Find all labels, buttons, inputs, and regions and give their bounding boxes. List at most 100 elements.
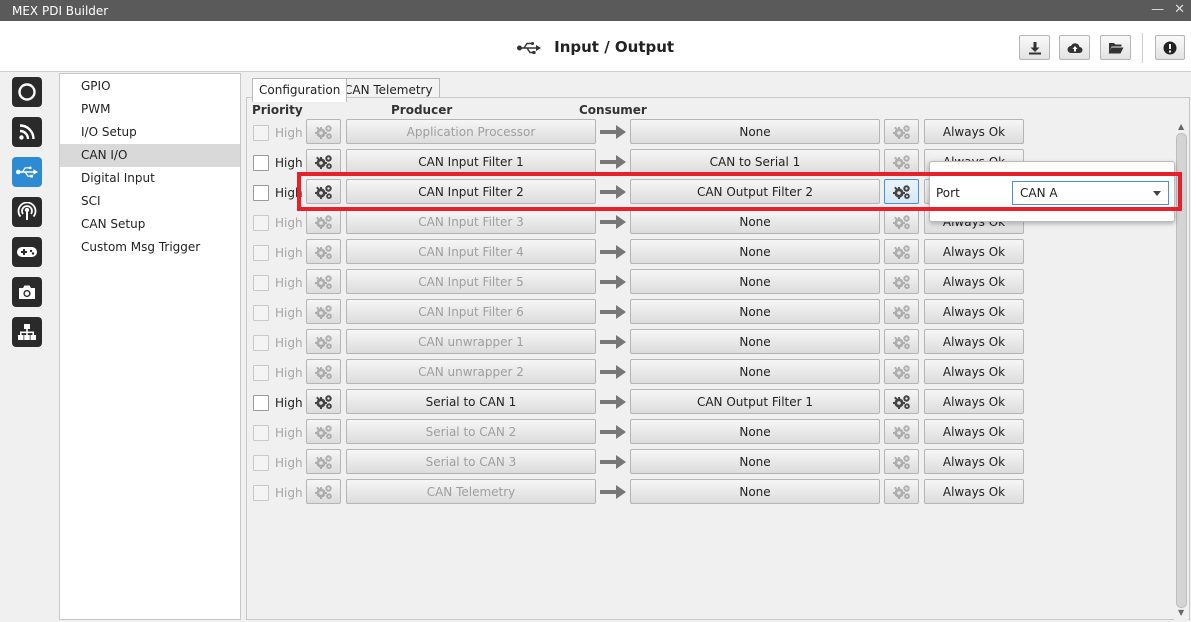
status-button[interactable]: Always Ok <box>924 389 1024 414</box>
producer-settings-button[interactable] <box>306 419 341 444</box>
priority-checkbox[interactable] <box>253 335 269 351</box>
producer-button[interactable]: CAN Input Filter 5 <box>346 269 596 294</box>
consumer-settings-button[interactable] <box>884 299 919 324</box>
producer-settings-button[interactable] <box>306 269 341 294</box>
producer-settings-button[interactable] <box>306 149 341 174</box>
open-folder-button[interactable] <box>1100 35 1131 60</box>
consumer-button[interactable]: None <box>630 239 880 264</box>
rail-gamepad-button[interactable] <box>12 237 42 267</box>
port-select[interactable]: CAN A <box>1012 181 1169 205</box>
upload-button[interactable] <box>1059 35 1090 60</box>
producer-settings-button[interactable] <box>306 389 341 414</box>
status-button[interactable]: Always Ok <box>924 299 1024 324</box>
consumer-settings-button[interactable] <box>884 359 919 384</box>
download-button[interactable] <box>1019 35 1050 60</box>
scroll-down-icon[interactable]: ▼ <box>1178 608 1184 617</box>
priority-checkbox[interactable] <box>253 215 269 231</box>
producer-settings-button[interactable] <box>306 299 341 324</box>
consumer-button[interactable]: None <box>630 209 880 234</box>
producer-button[interactable]: Serial to CAN 1 <box>346 389 596 414</box>
nav-item-io-setup[interactable]: I/O Setup <box>60 121 240 144</box>
consumer-settings-button[interactable] <box>884 329 919 354</box>
producer-button[interactable]: CAN Input Filter 2 <box>346 179 596 204</box>
producer-button[interactable]: CAN Input Filter 1 <box>346 149 596 174</box>
scroll-up-icon[interactable]: ▲ <box>1178 122 1184 131</box>
consumer-settings-button[interactable] <box>884 269 919 294</box>
status-button[interactable]: Always Ok <box>924 239 1024 264</box>
rail-camera-button[interactable] <box>12 277 42 307</box>
close-icon[interactable]: ✕ <box>1174 2 1185 17</box>
producer-settings-button[interactable] <box>306 479 341 504</box>
status-button[interactable]: Always Ok <box>924 359 1024 384</box>
nav-item-digital-input[interactable]: Digital Input <box>60 167 240 190</box>
consumer-button[interactable]: None <box>630 449 880 474</box>
nav-item-can-io[interactable]: CAN I/O <box>60 144 240 167</box>
nav-item-gpio[interactable]: GPIO <box>60 75 240 98</box>
nav-item-can-setup[interactable]: CAN Setup <box>60 213 240 236</box>
priority-checkbox[interactable] <box>253 245 269 261</box>
scrollbar-thumb[interactable] <box>1176 133 1187 608</box>
consumer-button[interactable]: None <box>630 299 880 324</box>
producer-button[interactable]: CAN Input Filter 6 <box>346 299 596 324</box>
consumer-settings-button[interactable] <box>884 239 919 264</box>
nav-item-sci[interactable]: SCI <box>60 190 240 213</box>
priority-checkbox[interactable] <box>253 275 269 291</box>
priority-checkbox[interactable] <box>253 155 269 171</box>
producer-settings-button[interactable] <box>306 449 341 474</box>
priority-checkbox[interactable] <box>253 125 269 141</box>
producer-settings-button[interactable] <box>306 119 341 144</box>
producer-settings-button[interactable] <box>306 239 341 264</box>
producer-button[interactable]: CAN unwrapper 2 <box>346 359 596 384</box>
consumer-button[interactable]: None <box>630 269 880 294</box>
rail-feed-button[interactable] <box>12 117 42 147</box>
rail-broadcast-button[interactable] <box>12 197 42 227</box>
status-button[interactable]: Always Ok <box>924 479 1024 504</box>
status-button[interactable]: Always Ok <box>924 419 1024 444</box>
rail-io-button[interactable] <box>12 157 42 187</box>
consumer-settings-button[interactable] <box>884 119 919 144</box>
priority-checkbox[interactable] <box>253 185 269 201</box>
rail-network-button[interactable] <box>12 317 42 347</box>
consumer-button[interactable]: None <box>630 119 880 144</box>
consumer-button[interactable]: CAN to Serial 1 <box>630 149 880 174</box>
rail-power-button[interactable] <box>12 77 42 107</box>
priority-checkbox[interactable] <box>253 485 269 501</box>
consumer-settings-button[interactable] <box>884 449 919 474</box>
consumer-settings-button[interactable] <box>884 179 919 204</box>
consumer-settings-button[interactable] <box>884 209 919 234</box>
status-button[interactable]: Always Ok <box>924 329 1024 354</box>
status-button[interactable]: Always Ok <box>924 119 1024 144</box>
status-button[interactable]: Always Ok <box>924 269 1024 294</box>
producer-settings-button[interactable] <box>306 329 341 354</box>
priority-checkbox[interactable] <box>253 395 269 411</box>
producer-button[interactable]: Serial to CAN 2 <box>346 419 596 444</box>
consumer-button[interactable]: CAN Output Filter 2 <box>630 179 880 204</box>
consumer-settings-button[interactable] <box>884 419 919 444</box>
producer-button[interactable]: Application Processor <box>346 119 596 144</box>
priority-checkbox[interactable] <box>253 425 269 441</box>
producer-settings-button[interactable] <box>306 179 341 204</box>
consumer-settings-button[interactable] <box>884 389 919 414</box>
tab-configuration[interactable]: Configuration <box>252 78 348 102</box>
nav-item-pwm[interactable]: PWM <box>60 98 240 121</box>
consumer-button[interactable]: None <box>630 329 880 354</box>
nav-item-custom-msg-trigger[interactable]: Custom Msg Trigger <box>60 236 240 259</box>
producer-settings-button[interactable] <box>306 209 341 234</box>
consumer-button[interactable]: None <box>630 419 880 444</box>
priority-checkbox[interactable] <box>253 365 269 381</box>
minimize-icon[interactable]: — <box>1151 2 1164 17</box>
producer-button[interactable]: CAN Telemetry <box>346 479 596 504</box>
producer-button[interactable]: CAN unwrapper 1 <box>346 329 596 354</box>
producer-button[interactable]: Serial to CAN 3 <box>346 449 596 474</box>
priority-checkbox[interactable] <box>253 305 269 321</box>
consumer-button[interactable]: None <box>630 359 880 384</box>
consumer-button[interactable]: CAN Output Filter 1 <box>630 389 880 414</box>
producer-settings-button[interactable] <box>306 359 341 384</box>
consumer-settings-button[interactable] <box>884 149 919 174</box>
alert-button[interactable] <box>1155 35 1185 60</box>
status-button[interactable]: Always Ok <box>924 449 1024 474</box>
producer-button[interactable]: CAN Input Filter 3 <box>346 209 596 234</box>
consumer-button[interactable]: None <box>630 479 880 504</box>
consumer-settings-button[interactable] <box>884 479 919 504</box>
priority-checkbox[interactable] <box>253 455 269 471</box>
